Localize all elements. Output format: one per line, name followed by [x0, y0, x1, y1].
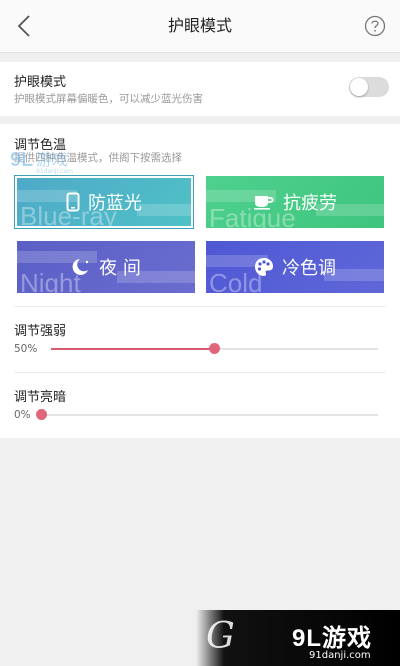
- intensity-slider-thumb[interactable]: [209, 343, 220, 354]
- question-circle-icon: [364, 15, 386, 37]
- mode-label: 冷色调: [282, 258, 336, 279]
- svg-text:9L: 9L: [10, 149, 33, 171]
- brightness-label: 调节亮暗: [14, 390, 67, 405]
- svg-text:91danji.com: 91danji.com: [36, 168, 73, 174]
- mode-fatigue-button[interactable]: Fatigue 抗疲劳: [206, 176, 384, 228]
- mode-blue-ray-button[interactable]: Blue-ray 防蓝光: [14, 175, 194, 229]
- phone-icon: [66, 192, 80, 212]
- mode-label: 夜 间: [99, 258, 141, 279]
- palette-icon: [254, 257, 274, 277]
- eye-mode-toggle[interactable]: [349, 77, 389, 97]
- svg-text:游戏: 游戏: [36, 150, 68, 169]
- intensity-label: 调节强弱: [14, 324, 67, 339]
- intensity-slider-fill: [51, 348, 215, 350]
- brightness-slider-thumb[interactable]: [35, 409, 47, 420]
- coffee-cup-icon: [253, 194, 275, 210]
- toggle-knob: [350, 78, 368, 96]
- moon-icon: [71, 258, 91, 276]
- divider: [14, 306, 386, 307]
- top-bar: 护眼模式: [0, 0, 400, 53]
- eye-mode-row: 护眼模式 护眼模式屏幕偏暖色，可以减少蓝光伤害: [0, 62, 400, 116]
- watermark-brand: 9L游戏: [292, 625, 373, 652]
- mode-night-button[interactable]: Night 夜 间: [17, 241, 195, 293]
- mode-label: 防蓝光: [88, 193, 142, 214]
- eye-mode-description: 护眼模式屏幕偏暖色，可以减少蓝光伤害: [14, 93, 203, 105]
- watermark-logo-bottom: G 9L游戏 91danji.com: [196, 610, 400, 666]
- brightness-value: 0%: [14, 409, 31, 421]
- brightness-slider-track[interactable]: [41, 414, 378, 416]
- watermark-domain: 91danji.com: [309, 650, 371, 661]
- intensity-value: 50%: [14, 343, 38, 355]
- mode-label: 抗疲劳: [283, 193, 337, 214]
- watermark-logo-top: 9L 游戏 91danji.com: [10, 146, 102, 175]
- divider: [14, 372, 386, 373]
- watermark-g-mark: G: [206, 616, 235, 657]
- mode-cold-button[interactable]: Cold 冷色调: [206, 241, 384, 293]
- help-button[interactable]: [364, 15, 386, 37]
- eye-mode-title: 护眼模式: [14, 75, 67, 90]
- page-title: 护眼模式: [167, 16, 232, 35]
